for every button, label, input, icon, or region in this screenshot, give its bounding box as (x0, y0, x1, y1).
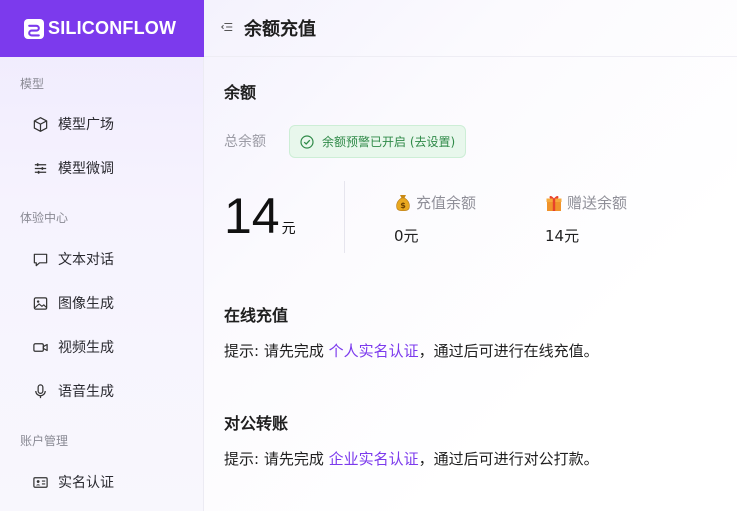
sidebar-item-image-gen[interactable]: 图像生成 (20, 287, 190, 319)
gift-balance-block: 赠送余额 14元 (545, 192, 627, 246)
recharge-balance-label: 充值余额 (416, 194, 477, 212)
microphone-icon (31, 382, 49, 400)
logo[interactable]: SILICONFLOW (0, 0, 204, 57)
sidebar-item-label: 文本对话 (58, 252, 114, 268)
group-label-models: 模型 (20, 77, 45, 91)
online-recharge-hint: 提示: 请先完成 个人实名认证，通过后可进行在线充值。 (224, 340, 599, 361)
group-label-experience: 体验中心 (20, 211, 69, 225)
sidebar-item-real-name[interactable]: 实名认证 (20, 466, 190, 498)
collapse-sidebar-icon[interactable] (220, 20, 236, 36)
balance-section-title: 余额 (224, 83, 257, 102)
main-content: 余额充值 余额 总余额 余额预警已开启 (去设置) 14 元 $ 充值余额 0元… (204, 0, 737, 511)
sidebar: SILICONFLOW 模型 模型广场 模型微调 体验中心 文本对话 图像生成 … (0, 0, 204, 511)
corporate-transfer-hint: 提示: 请先完成 企业实名认证，通过后可进行对公打款。 (224, 448, 599, 469)
sidebar-item-text-chat[interactable]: 文本对话 (20, 243, 190, 275)
total-balance-label: 总余额 (224, 134, 266, 150)
group-label-account: 账户管理 (20, 434, 69, 448)
corporate-transfer-title: 对公转账 (224, 414, 289, 433)
total-balance-value: 14 (224, 188, 280, 244)
gift-balance-label: 赠送余额 (567, 194, 628, 212)
recharge-balance-value: 0元 (394, 227, 419, 245)
balance-alert-text: 余额预警已开启 (去设置) (322, 135, 456, 149)
sidebar-item-audio-gen[interactable]: 语音生成 (20, 375, 190, 407)
siliconflow-logo-icon (24, 18, 44, 39)
sliders-icon (31, 159, 49, 177)
image-icon (31, 294, 49, 312)
sidebar-item-video-gen[interactable]: 视频生成 (20, 331, 190, 363)
sidebar-item-model-finetune[interactable]: 模型微调 (20, 152, 190, 184)
gift-icon (545, 193, 563, 213)
id-card-icon (31, 473, 49, 491)
balance-alert-badge[interactable]: 余额预警已开启 (去设置) (289, 125, 467, 158)
top-bar: 余额充值 (204, 0, 737, 57)
page-title: 余额充值 (244, 19, 316, 40)
sidebar-item-label: 模型微调 (58, 161, 114, 177)
sidebar-item-model-square[interactable]: 模型广场 (20, 108, 190, 140)
total-balance-amount: 14 元 (224, 188, 296, 244)
chat-bubble-icon (31, 250, 49, 268)
sidebar-item-label: 图像生成 (58, 296, 114, 312)
money-bag-icon: $ (394, 193, 412, 213)
recharge-balance-block: $ 充值余额 0元 (394, 192, 476, 246)
personal-verification-link[interactable]: 个人实名认证 (329, 342, 419, 360)
hint-prefix: 提示: 请先完成 (224, 450, 324, 468)
sidebar-item-label: 实名认证 (58, 475, 114, 491)
sidebar-item-label: 语音生成 (58, 384, 114, 400)
svg-text:$: $ (400, 201, 406, 210)
divider (344, 181, 345, 253)
sidebar-item-label: 模型广场 (58, 117, 114, 133)
brand-name: SILICONFLOW (48, 18, 177, 38)
video-icon (31, 338, 49, 356)
sidebar-item-label: 视频生成 (58, 340, 114, 356)
hint-suffix: ，通过后可进行对公打款。 (418, 450, 599, 468)
gift-balance-value: 14元 (545, 227, 580, 245)
enterprise-verification-link[interactable]: 企业实名认证 (329, 450, 419, 468)
hint-prefix: 提示: 请先完成 (224, 342, 324, 360)
hint-suffix: ，通过后可进行在线充值。 (418, 342, 599, 360)
cube-icon (31, 115, 49, 133)
total-balance-unit: 元 (281, 221, 296, 237)
check-circle-icon (300, 134, 314, 149)
online-recharge-title: 在线充值 (224, 306, 289, 325)
